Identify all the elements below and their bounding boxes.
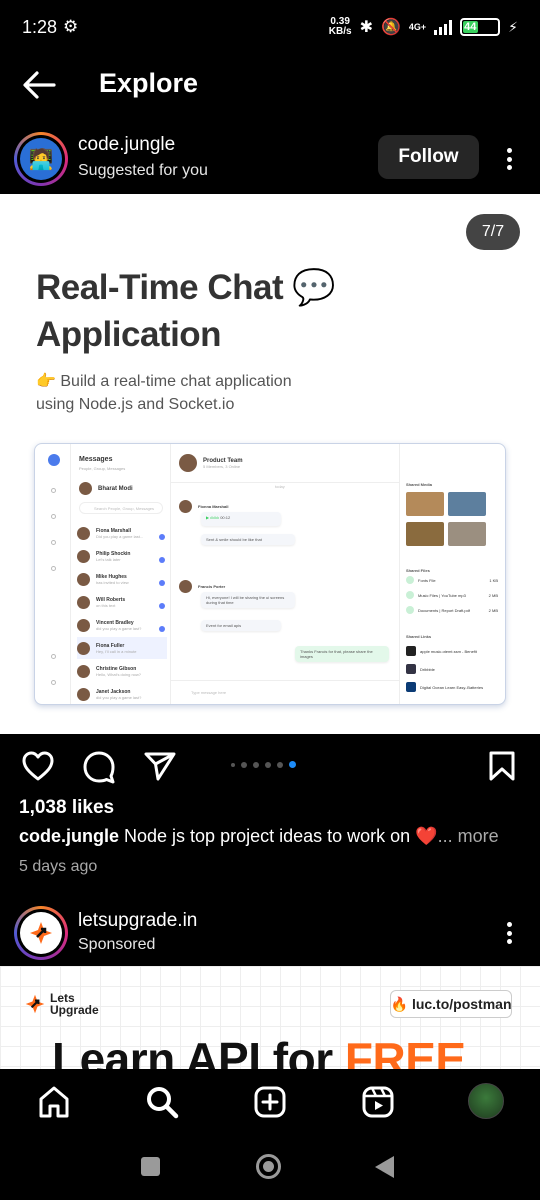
signal-icon [434, 19, 453, 35]
follow-button[interactable]: Follow [378, 135, 479, 179]
bluetooth-icon: ✱ [359, 19, 373, 36]
list-item: Fiona Fuller Hey, I'll call in a minute [77, 637, 167, 659]
image-description: 👉 Build a real-time chat application usi… [36, 373, 292, 413]
more-options-icon[interactable] [500, 144, 518, 174]
sponsored-ad-image[interactable]: Lets Upgrade 🔥 luc.to/postman Learn API fo… [0, 966, 540, 1069]
recent-apps-icon[interactable] [141, 1157, 160, 1176]
list-item: Janet Jackson did you play a game last? [77, 683, 167, 704]
mock-message-list: Messages People, Group, Messages Bharat … [71, 444, 171, 704]
system-navigation [0, 1135, 540, 1200]
comment-icon[interactable] [82, 750, 116, 784]
likes-count[interactable]: 1,038 likes [19, 797, 114, 819]
post-header: 🧑‍💻 code.jungle Suggested for you Follow [0, 122, 540, 194]
settings-gear-icon: ⚙ [63, 17, 79, 36]
carousel-dots [231, 761, 296, 768]
send-icon[interactable] [143, 750, 177, 782]
bottom-navigation [0, 1069, 540, 1135]
mock-chat-pane: Product Team 5 Members, 3 Online today Fi… [171, 444, 399, 704]
back-triangle-icon[interactable] [375, 1156, 394, 1178]
search-icon[interactable] [145, 1085, 179, 1119]
letsupgrade-logo-icon [25, 994, 45, 1014]
avatar[interactable] [14, 906, 68, 960]
top-header: Explore [0, 54, 540, 118]
status-time: 1:28 [22, 16, 58, 37]
post-username[interactable]: code.jungle [78, 134, 175, 156]
network-type: 4G+ [408, 22, 427, 32]
post-username[interactable]: letsupgrade.in [78, 910, 197, 932]
more-link[interactable]: ... more [438, 826, 499, 846]
sponsored-post-header: letsupgrade.in Sponsored [0, 898, 540, 966]
post-caption[interactable]: code.jungle Node js top project ideas to… [19, 826, 499, 847]
more-options-icon[interactable] [500, 918, 518, 948]
list-item: Will Roberts on this text [77, 591, 167, 613]
image-title: Real-Time Chat 💬 Application [36, 268, 336, 354]
ad-link: 🔥 luc.to/postman [390, 990, 512, 1018]
slide-counter: 7/7 [466, 214, 520, 250]
plus-square-icon[interactable] [253, 1085, 287, 1119]
list-item: Mike Hughes has invited to view [77, 568, 167, 590]
post-actions [0, 734, 540, 796]
network-speed: 0.39 KB/s [328, 16, 352, 37]
fire-icon: 🔥 [390, 995, 408, 1012]
avatar[interactable]: 🧑‍💻 [14, 132, 68, 186]
home-button-icon[interactable] [256, 1154, 281, 1179]
bookmark-icon[interactable] [488, 750, 516, 782]
code-jungle-avatar-icon: 🧑‍💻 [20, 138, 62, 180]
charging-icon: ⚡ [508, 18, 518, 35]
mock-logo-icon [48, 454, 60, 466]
mock-shared-panel: Shared Media Shared Files Fonts File 1 KB… [399, 444, 505, 704]
post-subtitle: Sponsored [78, 936, 156, 953]
list-item: Philip Shockin Let's talk later [77, 545, 167, 567]
list-item: Vincent Bradley did you play a game last? [77, 614, 167, 636]
post-subtitle: Suggested for you [78, 162, 208, 179]
ad-brand: Lets Upgrade [24, 992, 99, 1016]
profile-avatar[interactable] [468, 1083, 504, 1119]
letsupgrade-logo-icon [20, 912, 62, 954]
post-time: 5 days ago [19, 858, 98, 875]
page-title: Explore [99, 68, 199, 98]
list-item: Christine Gibson Hello, What's doing now? [77, 660, 167, 682]
list-item: Fiona Marshall Did you play a game last..… [77, 522, 167, 544]
home-icon[interactable] [37, 1085, 71, 1119]
mute-icon: 🔕 [380, 19, 401, 36]
ad-headline: Learn API for FREE [52, 1033, 466, 1069]
post-image[interactable]: 7/7 Real-Time Chat 💬 Application 👉 Build… [0, 194, 540, 734]
chat-app-mockup: Messages People, Group, Messages Bharat … [34, 443, 506, 705]
status-bar: 1:28 ⚙ 0.39 KB/s ✱ 🔕 4G+ 44 ⚡ [0, 0, 540, 54]
battery-icon: 44 [460, 18, 501, 36]
heart-icon[interactable] [21, 750, 55, 782]
arrow-left-icon[interactable] [22, 70, 56, 100]
mock-sidebar-rail [35, 444, 71, 704]
reels-icon[interactable] [361, 1085, 395, 1119]
